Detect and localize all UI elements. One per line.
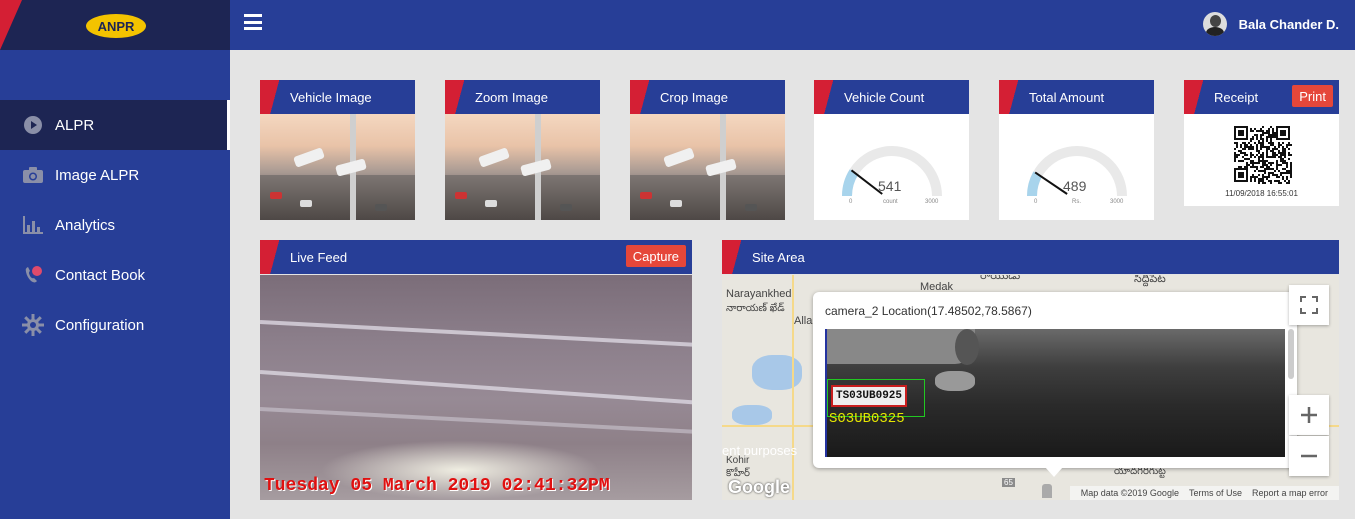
top-bar: Bala Chander D. — [230, 0, 1355, 50]
google-logo: Google — [728, 477, 790, 497]
phone-icon — [22, 264, 44, 286]
card-header: Crop Image — [630, 80, 785, 114]
card-title: Vehicle Image — [290, 89, 372, 105]
card-title: Live Feed — [290, 249, 348, 265]
card-header: Live Feed Capture — [260, 240, 692, 274]
gauge-min: 0 — [1034, 199, 1038, 205]
sidebar-nav: ALPR Image ALPR Analytics Contact Book C… — [0, 100, 230, 350]
sidebar-item-label: ALPR — [55, 116, 95, 134]
map-label: Alla — [794, 315, 813, 327]
card-title: Zoom Image — [475, 89, 548, 105]
sidebar-item-image-alpr[interactable]: Image ALPR — [0, 150, 230, 200]
map-label: సిద్దిపేట — [1134, 275, 1166, 285]
card-header: Vehicle Image — [260, 80, 415, 114]
map-data-credit: Map data ©2019 Google — [1080, 488, 1179, 498]
plate-snapshot[interactable]: TS03UB0925 S03UB0325 — [825, 329, 1285, 457]
map-label: నారాయణ్ ఖేడ్ — [726, 303, 785, 314]
site-map[interactable]: Narayankhed నారాయణ్ ఖేడ్ Medak సిద్దిపేట… — [722, 275, 1339, 500]
vehicle-image[interactable] — [260, 114, 415, 220]
fullscreen-button[interactable] — [1289, 285, 1329, 325]
map-attribution: Map data ©2019 Google Terms of Use Repor… — [1069, 486, 1339, 500]
sidebar-item-label: Configuration — [55, 316, 145, 334]
zoom-image-card: Zoom Image — [445, 80, 600, 220]
map-info-window: camera_2 Location(17.48502,78.5867) TS03… — [813, 292, 1297, 477]
crop-image[interactable] — [630, 114, 785, 220]
terms-link[interactable]: Terms of Use — [1189, 488, 1242, 498]
sidebar-item-label: Contact Book — [55, 266, 146, 284]
plus-icon — [1301, 407, 1317, 423]
map-label: రాయుడు — [980, 275, 1021, 282]
popup-title: camera_2 Location(17.48502,78.5867) — [825, 304, 1032, 318]
road-shield: 65 — [1002, 478, 1015, 487]
card-header: Vehicle Count — [814, 80, 969, 114]
print-button[interactable]: Print — [1292, 85, 1333, 107]
card-header: Receipt Print — [1184, 80, 1339, 114]
card-header: Zoom Image — [445, 80, 600, 114]
site-area-card: Site Area Narayankhed నారాయణ్ ఖేడ్ Medak… — [722, 240, 1339, 500]
live-feed-card: Live Feed Capture Tuesday 05 March 2019 … — [260, 240, 692, 500]
zoom-in-button[interactable] — [1289, 395, 1329, 435]
crop-image-card: Crop Image — [630, 80, 785, 220]
hamburger-icon[interactable] — [244, 14, 262, 30]
card-title: Crop Image — [660, 89, 728, 105]
card-header: Total Amount — [999, 80, 1154, 114]
chart-icon — [22, 214, 44, 236]
logo[interactable]: ANPR — [86, 14, 146, 38]
gauge-min: 0 — [849, 199, 853, 205]
ocr-text: S03UB0325 — [829, 411, 905, 427]
gauge-max: 3000 — [925, 199, 939, 205]
vehicle-count-card: Vehicle Count 541 0 count 3000 — [814, 80, 969, 220]
sidebar-item-configuration[interactable]: Configuration — [0, 300, 230, 350]
vehicle-image-card: Vehicle Image — [260, 80, 415, 220]
map-label: Kohir — [726, 455, 750, 466]
receipt-card: Receipt Print 11/09/2018 16:55:01 — [1184, 80, 1339, 206]
user-name: Bala Chander D. — [1238, 16, 1339, 32]
gauge-max: 3000 — [1110, 199, 1124, 205]
total-amount-card: Total Amount 489 0 Rs. 3000 — [999, 80, 1154, 220]
gear-icon — [22, 314, 44, 336]
plate-text: TS03UB0925 — [831, 385, 907, 407]
fullscreen-icon — [1300, 296, 1318, 314]
zoom-out-button[interactable] — [1289, 436, 1329, 476]
report-error-link[interactable]: Report a map error — [1252, 488, 1328, 498]
popup-scrollbar[interactable] — [1288, 329, 1294, 379]
vehicle-count-gauge: 541 0 count 3000 — [814, 114, 969, 220]
zoom-image[interactable] — [445, 114, 600, 220]
sidebar-item-label: Analytics — [55, 216, 116, 234]
logo-text: ANPR — [97, 18, 135, 34]
sidebar-item-analytics[interactable]: Analytics — [0, 200, 230, 250]
card-title: Site Area — [752, 249, 805, 265]
user-menu[interactable]: Bala Chander D. — [1202, 12, 1339, 36]
live-feed-video[interactable]: Tuesday 05 March 2019 02:41:32PM — [260, 275, 692, 500]
sidebar: ANPR ALPR Image ALPR Analytics Contact B… — [0, 0, 230, 519]
card-title: Vehicle Count — [844, 89, 925, 105]
camera-icon — [22, 164, 44, 186]
gauge-unit: Rs. — [1072, 199, 1081, 205]
avatar — [1202, 12, 1227, 36]
card-title: Receipt — [1214, 89, 1259, 105]
sidebar-item-alpr[interactable]: ALPR — [0, 100, 230, 150]
pegman-icon[interactable] — [1042, 484, 1052, 498]
sidebar-item-label: Image ALPR — [55, 166, 140, 184]
card-title: Total Amount — [1029, 89, 1105, 105]
total-amount-gauge: 489 0 Rs. 3000 — [999, 114, 1154, 220]
gauge-value: 489 — [1063, 178, 1087, 194]
gauge-value: 541 — [878, 178, 902, 194]
capture-button[interactable]: Capture — [625, 245, 686, 267]
qr-code — [1234, 126, 1292, 184]
map-label: Narayankhed — [726, 288, 792, 300]
minus-icon — [1301, 454, 1317, 458]
brand-area: ANPR — [0, 0, 230, 50]
card-header: Site Area — [722, 240, 1339, 274]
play-circle-icon — [22, 114, 44, 136]
receipt-timestamp: 11/09/2018 16:55:01 — [1225, 189, 1298, 198]
gauge-unit: count — [883, 199, 898, 205]
sidebar-item-contact-book[interactable]: Contact Book — [0, 250, 230, 300]
feed-timestamp: Tuesday 05 March 2019 02:41:32PM — [264, 476, 610, 496]
brand-stripe — [0, 0, 22, 50]
receipt-body: 11/09/2018 16:55:01 — [1184, 114, 1339, 206]
